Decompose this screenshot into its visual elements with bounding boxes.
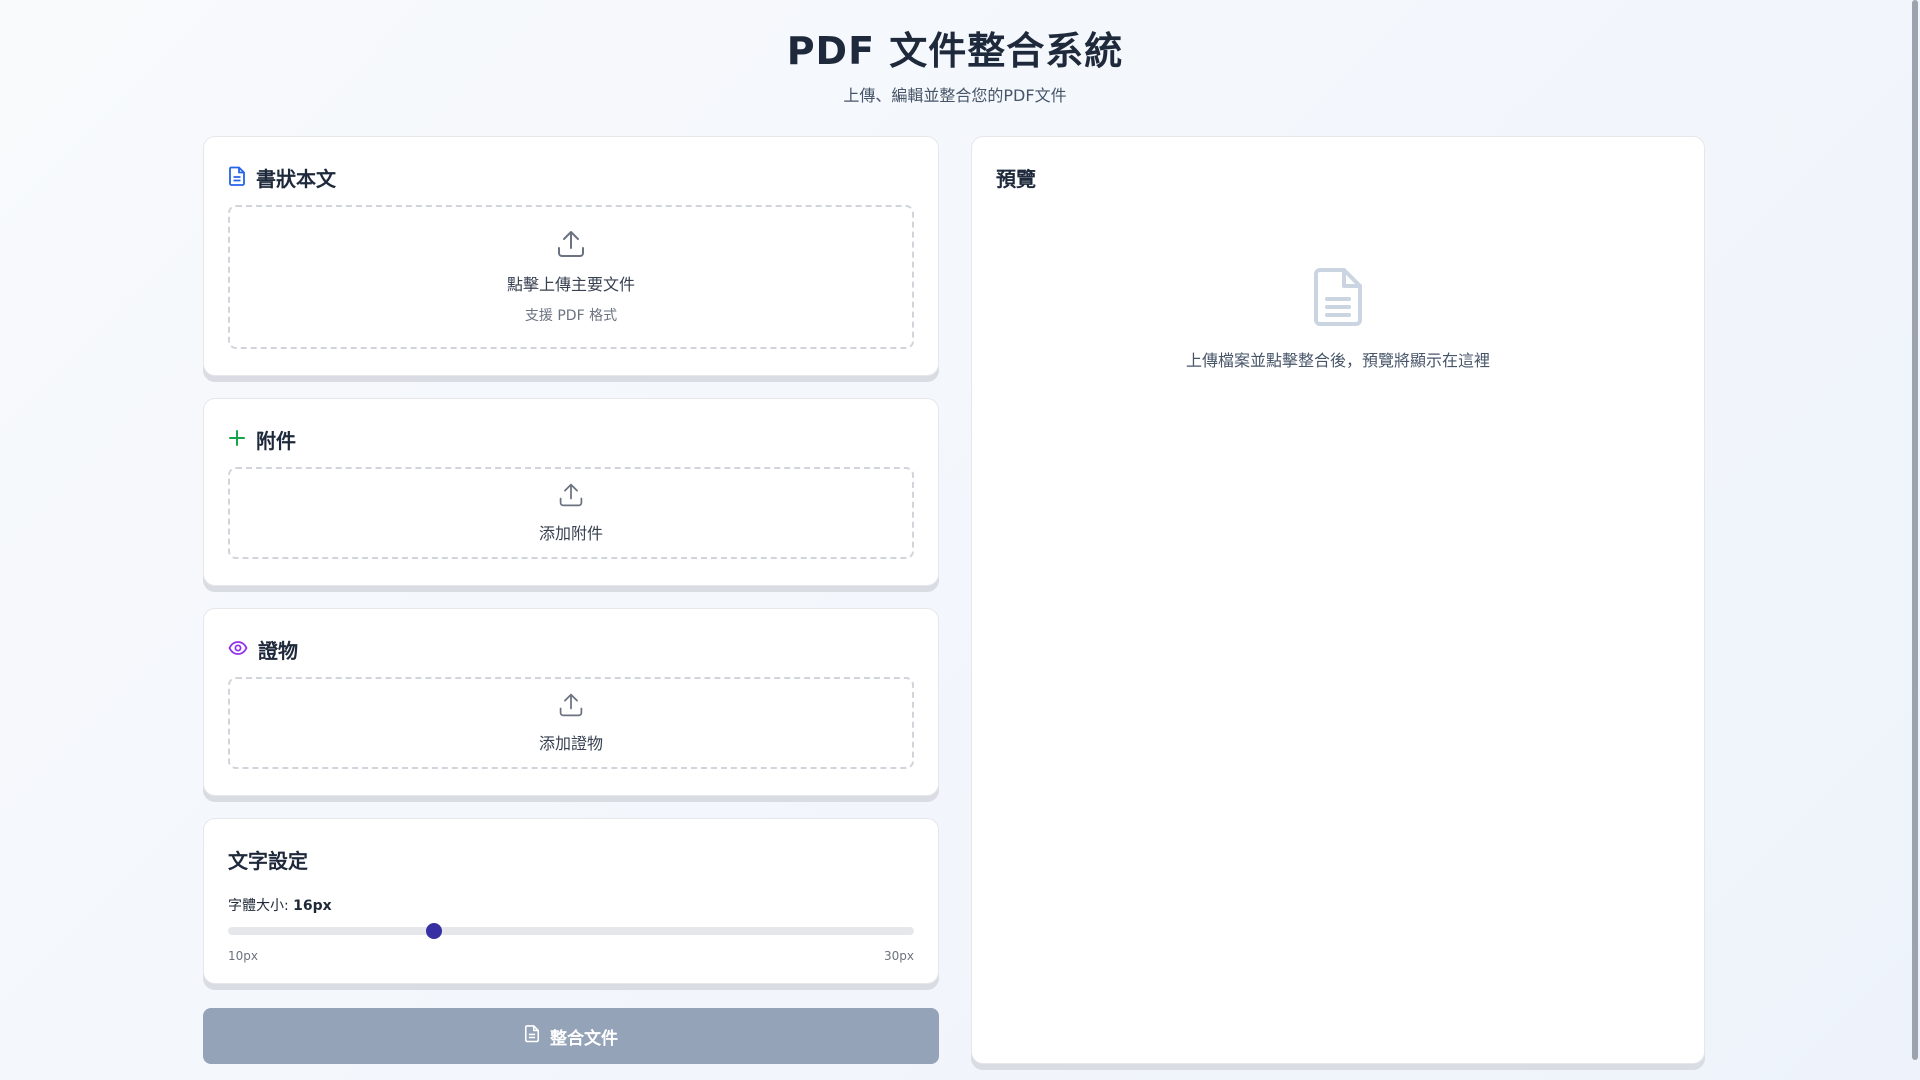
main-file-upload-label: 點擊上傳主要文件 (506, 275, 635, 294)
font-size-slider[interactable] (228, 923, 914, 939)
preview-title: 預覽 (996, 167, 1036, 191)
slider-min-label: 10px (228, 949, 258, 963)
main-letter-title: 書狀本文 (256, 167, 336, 191)
preview-empty-message: 上傳檔案並點擊整合後，預覽將顯示在這裡 (1185, 351, 1490, 370)
main-file-upload-hint: 支援 PDF 格式 (524, 308, 618, 324)
evidence-header: 證物 (228, 635, 298, 664)
attachments-dropzone[interactable]: 添加附件 (228, 467, 914, 559)
main-letter-card: 書狀本文 點擊上傳主要文件 支援 PDF 格式 (203, 136, 939, 376)
merge-button-label: 整合文件 (550, 1028, 618, 1049)
page-scrollbar[interactable] (1912, 0, 1918, 1060)
attachments-card: 附件 添加附件 (203, 398, 939, 586)
preview-header: 預覽 (996, 163, 1036, 192)
main-letter-header: 書狀本文 (228, 163, 336, 192)
font-size-label-text: 字體大小: (228, 898, 289, 914)
upload-icon (556, 229, 586, 263)
upload-icon (558, 692, 584, 722)
preview-empty-state: 上傳檔案並點擊整合後，預覽將顯示在這裡 (972, 267, 1704, 371)
font-size-value: 16px (293, 898, 332, 914)
eye-icon (228, 640, 248, 660)
file-text-icon (1313, 267, 1363, 331)
page-header: PDF 文件整合系統 上傳、編輯並整合您的PDF文件 (0, 26, 1910, 106)
evidence-card: 證物 添加證物 (203, 608, 939, 796)
document-icon (228, 166, 246, 190)
text-settings-card: 文字設定 字體大小: 16px 10px 30px (203, 818, 939, 984)
evidence-upload-label: 添加證物 (538, 734, 603, 753)
attachments-title: 附件 (256, 429, 296, 453)
page-subtitle: 上傳、編輯並整合您的PDF文件 (843, 86, 1067, 105)
document-icon (524, 1024, 540, 1048)
evidence-title: 證物 (258, 639, 298, 663)
font-size-slider-thumb[interactable] (425, 923, 442, 939)
upload-icon (558, 482, 584, 512)
page-title: PDF 文件整合系統 (786, 29, 1124, 73)
plus-icon (228, 429, 246, 451)
slider-max-label: 30px (884, 949, 914, 963)
font-size-label: 字體大小: 16px (228, 895, 332, 915)
merge-documents-button[interactable]: 整合文件 (203, 1008, 939, 1064)
preview-card: 預覽 上傳檔案並點擊整合後，預覽將顯示在這裡 (971, 136, 1705, 1064)
evidence-dropzone[interactable]: 添加證物 (228, 677, 914, 769)
text-settings-title: 文字設定 (228, 849, 308, 873)
text-settings-header: 文字設定 (228, 845, 308, 874)
attachments-upload-label: 添加附件 (538, 524, 603, 543)
main-file-dropzone[interactable]: 點擊上傳主要文件 支援 PDF 格式 (228, 205, 914, 349)
attachments-header: 附件 (228, 425, 296, 454)
